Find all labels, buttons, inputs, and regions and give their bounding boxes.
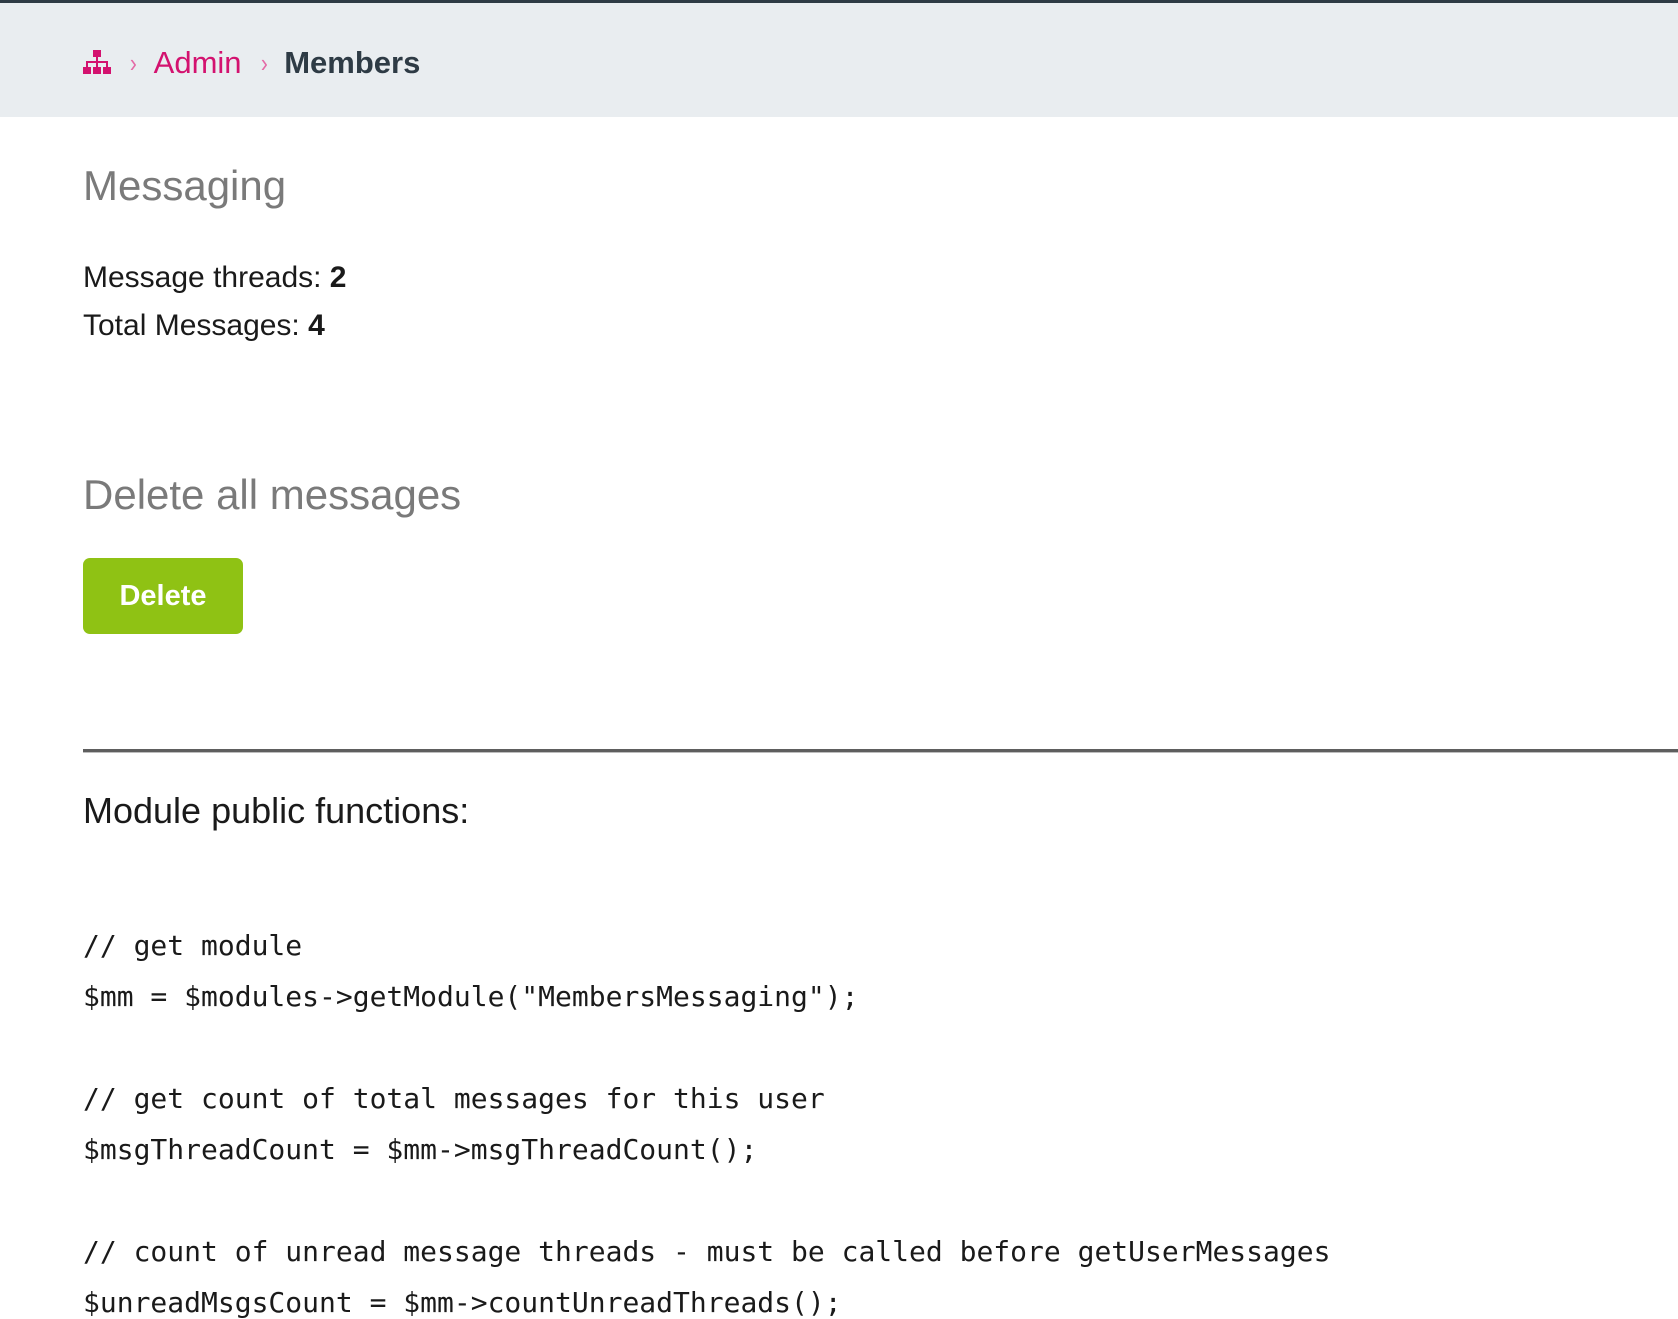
delete-button[interactable]: Delete [83, 558, 243, 634]
breadcrumb: › Admin › Members [83, 43, 420, 83]
code-line: // count of unread message threads - mus… [83, 1235, 1331, 1268]
divider [83, 749, 1678, 752]
total-messages-label: Total Messages: [83, 309, 309, 342]
code-line: $mm = $modules->getModule("MembersMessag… [83, 980, 859, 1013]
breadcrumb-separator-icon: › [129, 47, 137, 78]
top-bar: › Admin › Members [0, 0, 1678, 117]
total-messages-value: 4 [308, 309, 325, 342]
code-line: // get module [83, 929, 303, 962]
breadcrumb-current-page: Members [284, 45, 421, 80]
message-threads-value: 2 [329, 261, 347, 294]
code-line: // get count of total messages for this … [83, 1082, 825, 1115]
message-threads-stat: Message threads: 2 [83, 261, 346, 295]
code-line: $msgThreadCount = $mm->msgThreadCount(); [83, 1133, 758, 1166]
message-threads-label: Message threads: [83, 261, 330, 294]
total-messages-stat: Total Messages: 4 [83, 309, 325, 343]
delete-all-heading: Delete all messages [83, 471, 462, 518]
messaging-heading: Messaging [83, 162, 287, 209]
breadcrumb-separator-icon: › [260, 47, 268, 78]
sitemap-icon[interactable] [83, 49, 111, 77]
code-line: $unreadMsgsCount = $mm->countUnreadThrea… [83, 1286, 842, 1319]
breadcrumb-admin-link[interactable]: Admin [154, 45, 242, 81]
module-functions-heading: Module public functions: [83, 790, 470, 831]
